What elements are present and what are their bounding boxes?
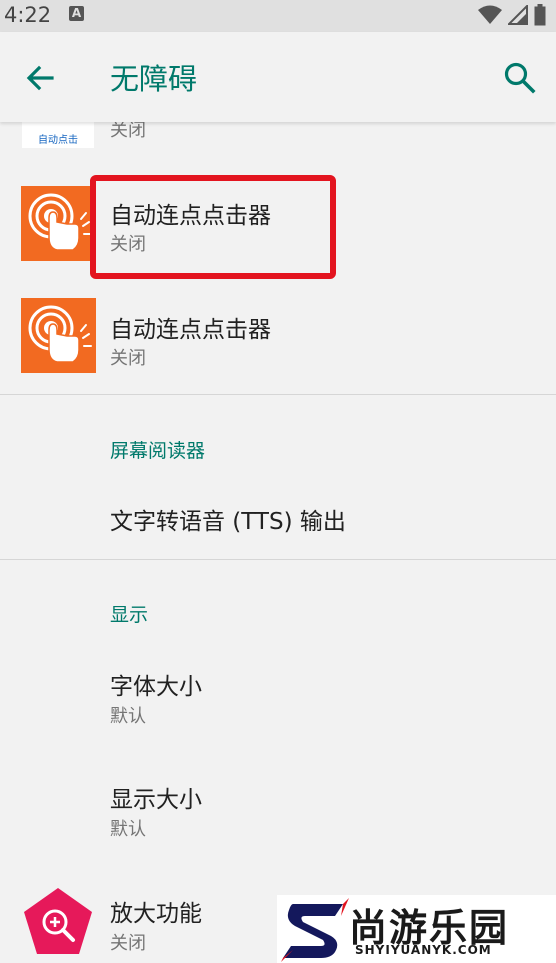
finger-tap-icon [21, 186, 96, 261]
status-icons [478, 4, 546, 26]
auto-clicker-2-title: 自动连点点击器 [110, 317, 271, 343]
display-size-value: 默认 [110, 819, 146, 840]
page-title: 无障碍 [110, 62, 198, 96]
finger-tap-icon [21, 298, 96, 373]
search-button[interactable] [500, 58, 540, 98]
auto-clicker-2-status: 关闭 [110, 348, 146, 369]
search-icon [504, 62, 536, 94]
wifi-icon [478, 5, 502, 24]
auto-clicker-1-status: 关闭 [110, 234, 146, 255]
back-button[interactable] [20, 58, 60, 98]
auto-click-app-icon-label: 自动点击 [38, 135, 78, 146]
magnification-status: 关闭 [110, 933, 146, 954]
signal-icon [508, 5, 528, 25]
font-size-title: 字体大小 [110, 674, 202, 700]
divider [0, 394, 556, 395]
toolbar: 无障碍 [0, 32, 556, 122]
arrow-left-icon [26, 65, 54, 91]
logo-s-icon [281, 898, 349, 962]
auto-clicker-1-title: 自动连点点击器 [110, 203, 271, 229]
list-item-tts[interactable]: 文字转语音 (TTS) 输出 [0, 482, 556, 558]
list-item-auto-clicker-2[interactable]: 自动连点点击器 关闭 [0, 284, 556, 394]
list-item-auto-clicker-1[interactable]: 自动连点点击器 关闭 [0, 172, 556, 284]
auto-click-app-icon: 自动点击 [18, 122, 98, 148]
status-bar: 4:22 A [0, 0, 556, 32]
font-size-value: 默认 [110, 706, 146, 727]
magnification-title: 放大功能 [110, 901, 202, 927]
watermark-logo: 尚游乐园 SHYIYUANYK.COM [277, 895, 556, 963]
section-header-display: 显示 [110, 604, 149, 626]
display-size-title: 显示大小 [110, 787, 202, 813]
settings-list[interactable]: 自动点击 关闭 自动连点点击器 关闭 自动连点点击器 关闭 屏幕阅读器 文字转语… [0, 122, 556, 963]
list-item-display-size[interactable]: 显示大小 默认 [0, 760, 556, 866]
magnification-icon [22, 886, 94, 958]
auto-clicker-1-icon [21, 186, 96, 261]
list-item-font-size[interactable]: 字体大小 默认 [0, 647, 556, 753]
list-item-auto-click-app[interactable]: 自动点击 关闭 [0, 122, 556, 150]
notification-a-icon: A [69, 6, 84, 21]
auto-click-app-status: 关闭 [110, 122, 146, 141]
watermark-subtext: SHYIYUANYK.COM [355, 943, 492, 957]
divider [0, 559, 556, 560]
auto-clicker-2-icon [21, 298, 96, 373]
status-time: 4:22 [4, 3, 52, 27]
battery-icon [534, 4, 546, 26]
section-header-screen-reader: 屏幕阅读器 [110, 440, 206, 462]
tts-title: 文字转语音 (TTS) 输出 [110, 509, 346, 535]
